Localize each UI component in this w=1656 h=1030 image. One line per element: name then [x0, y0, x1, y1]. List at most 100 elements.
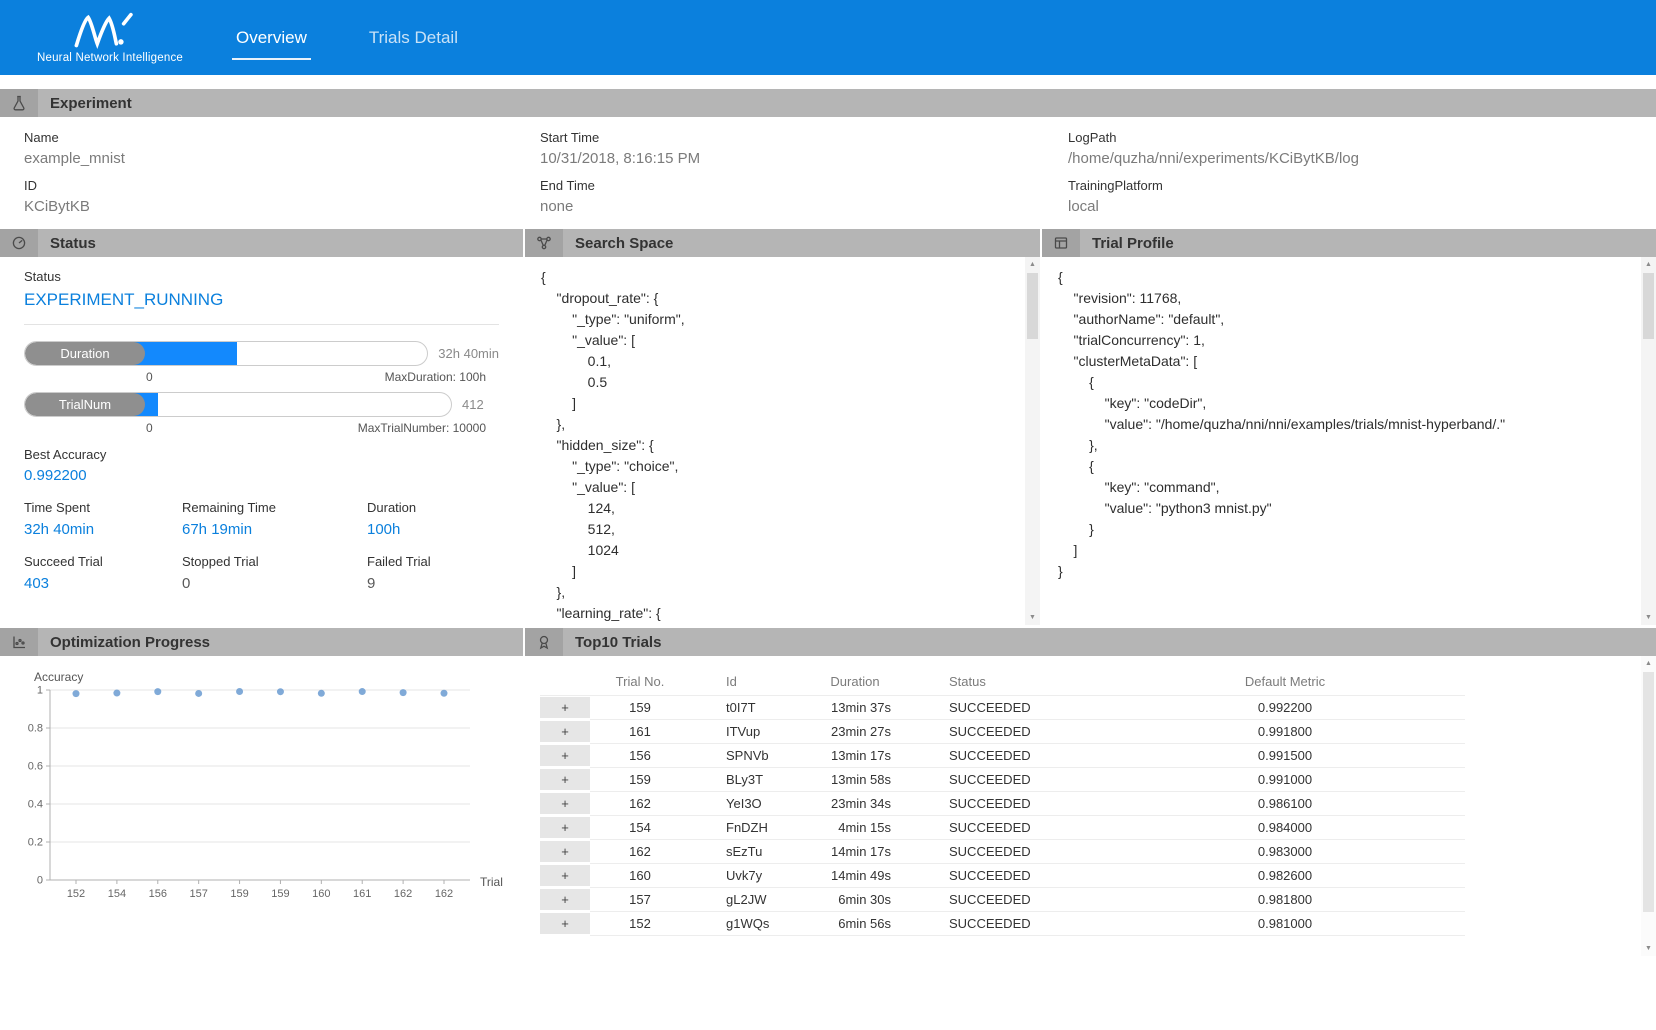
cell-default-metric: 0.991000	[1105, 768, 1465, 792]
expand-row-button[interactable]: +	[540, 697, 590, 718]
scroll-thumb[interactable]	[1643, 672, 1654, 912]
cell-default-metric: 0.983000	[1105, 840, 1465, 864]
section-title: Optimization Progress	[50, 634, 210, 651]
svg-text:159: 159	[271, 888, 289, 900]
experiment-content: Name example_mnist ID KCiBytKB Start Tim…	[0, 117, 1656, 227]
cell-duration: 23min 34s	[805, 792, 905, 816]
trialnum-bar-value: 412	[462, 397, 484, 412]
brand-name: Neural Network Intelligence	[37, 52, 183, 64]
nni-logo	[69, 11, 151, 51]
stat-label: Failed Trial	[367, 554, 499, 569]
svg-text:160: 160	[312, 888, 330, 900]
stat-value: 67h 19min	[182, 521, 367, 538]
expand-row-button[interactable]: +	[540, 841, 590, 862]
cell-trial-id: FnDZH	[690, 816, 805, 840]
optimization-panel-header: Optimization Progress	[0, 628, 523, 656]
scrollbar[interactable]: ▲ ▼	[1641, 656, 1656, 956]
trial-profile-panel: Trial Profile { "revision": 11768, "auth…	[1042, 229, 1656, 625]
cell-trial-id: t0I7T	[690, 696, 805, 720]
expand-row-button[interactable]: +	[540, 889, 590, 910]
field-label: Start Time	[540, 130, 1068, 145]
cell-trial-no: 162	[590, 792, 690, 816]
cell-default-metric: 0.982600	[1105, 864, 1465, 888]
status-label: Status	[24, 269, 499, 284]
duration-bar-value: 32h 40min	[438, 346, 499, 361]
cell-default-metric: 0.991500	[1105, 744, 1465, 768]
expand-column-header	[540, 668, 590, 696]
status-gauge-icon	[0, 229, 38, 257]
stat-value: 0	[182, 575, 367, 592]
stat-value: 100h	[367, 521, 499, 538]
trialnum-max: MaxTrialNumber: 10000	[358, 421, 486, 435]
cell-trial-id: ITVup	[690, 720, 805, 744]
cell-trial-id: YeI3O	[690, 792, 805, 816]
cell-status: SUCCEEDED	[905, 816, 1105, 840]
scrollbar[interactable]: ▲ ▼	[1025, 257, 1040, 625]
column-header-status: Status	[905, 668, 1105, 696]
field-value: 10/31/2018, 8:16:15 PM	[540, 150, 1068, 167]
scrollbar[interactable]: ▲ ▼	[1641, 257, 1656, 625]
expand-row-button[interactable]: +	[540, 865, 590, 886]
cell-default-metric: 0.986100	[1105, 792, 1465, 816]
scroll-up-arrow[interactable]: ▲	[1641, 257, 1656, 272]
cell-duration: 6min 56s	[805, 912, 905, 936]
expand-row-button[interactable]: +	[540, 745, 590, 766]
table-row: + 162 sEzTu 14min 17s SUCCEEDED 0.983000	[540, 840, 1465, 864]
tab-trials-detail[interactable]: Trials Detail	[367, 24, 460, 52]
cell-duration: 6min 30s	[805, 888, 905, 912]
search-space-panel-header: Search Space	[525, 229, 1040, 257]
tab-overview[interactable]: Overview	[234, 24, 309, 52]
stat-value: 403	[24, 575, 182, 592]
best-accuracy-label: Best Accuracy	[24, 447, 499, 462]
table-row: + 154 FnDZH 4min 15s SUCCEEDED 0.984000	[540, 816, 1465, 840]
trials-table-body: + 159 t0I7T 13min 37s SUCCEEDED 0.992200…	[540, 696, 1465, 936]
expand-row-button[interactable]: +	[540, 793, 590, 814]
field-label: Name	[24, 130, 540, 145]
svg-text:Accuracy: Accuracy	[34, 670, 83, 684]
brand: Neural Network Intelligence	[30, 11, 190, 64]
optimization-progress-panel: Optimization Progress Accuracy00.20.40.6…	[0, 628, 523, 1024]
scatter-chart-icon	[0, 628, 38, 656]
stat-value: 9	[367, 575, 499, 592]
experiment-status-value: EXPERIMENT_RUNNING	[24, 290, 499, 310]
scroll-down-arrow[interactable]: ▼	[1641, 941, 1656, 956]
field-label: TrainingPlatform	[1068, 178, 1632, 193]
column-header-duration: Duration	[805, 668, 905, 696]
cell-status: SUCCEEDED	[905, 744, 1105, 768]
scroll-up-arrow[interactable]: ▲	[1641, 656, 1656, 671]
medal-icon	[525, 628, 563, 656]
table-row: + 157 gL2JW 6min 30s SUCCEEDED 0.981800	[540, 888, 1465, 912]
scroll-down-arrow[interactable]: ▼	[1641, 610, 1656, 625]
svg-text:0: 0	[37, 875, 43, 887]
section-title: Status	[50, 235, 96, 252]
section-title: Top10 Trials	[575, 634, 661, 651]
scroll-up-arrow[interactable]: ▲	[1025, 257, 1040, 272]
svg-text:152: 152	[67, 888, 85, 900]
expand-row-button[interactable]: +	[540, 913, 590, 934]
stat-label: Time Spent	[24, 500, 182, 515]
expand-row-button[interactable]: +	[540, 817, 590, 838]
column-header-trial-no: Trial No.	[590, 668, 690, 696]
search-space-icon	[525, 229, 563, 257]
scroll-thumb[interactable]	[1643, 273, 1654, 339]
cell-status: SUCCEEDED	[905, 864, 1105, 888]
scroll-thumb[interactable]	[1027, 273, 1038, 339]
expand-row-button[interactable]: +	[540, 721, 590, 742]
expand-row-button[interactable]: +	[540, 769, 590, 790]
cell-status: SUCCEEDED	[905, 720, 1105, 744]
table-row: + 160 Uvk7y 14min 49s SUCCEEDED 0.982600	[540, 864, 1465, 888]
table-row: + 161 ITVup 23min 27s SUCCEEDED 0.991800	[540, 720, 1465, 744]
cell-duration: 14min 17s	[805, 840, 905, 864]
table-row: + 162 YeI3O 23min 34s SUCCEEDED 0.986100	[540, 792, 1465, 816]
scroll-down-arrow[interactable]: ▼	[1025, 610, 1040, 625]
nav-tabs: Overview Trials Detail	[234, 0, 460, 75]
cell-default-metric: 0.991800	[1105, 720, 1465, 744]
trial-profile-json: { "revision": 11768, "authorName": "defa…	[1042, 257, 1656, 582]
cell-trial-no: 156	[590, 744, 690, 768]
svg-text:162: 162	[394, 888, 412, 900]
field-value: local	[1068, 198, 1632, 215]
trialnum-progress-row: TrialNum 412	[24, 392, 499, 417]
field-value: example_mnist	[24, 150, 540, 167]
trialnum-bar-label: TrialNum	[25, 393, 145, 416]
table-header-row: Trial No. Id Duration Status Default Met…	[540, 668, 1465, 696]
